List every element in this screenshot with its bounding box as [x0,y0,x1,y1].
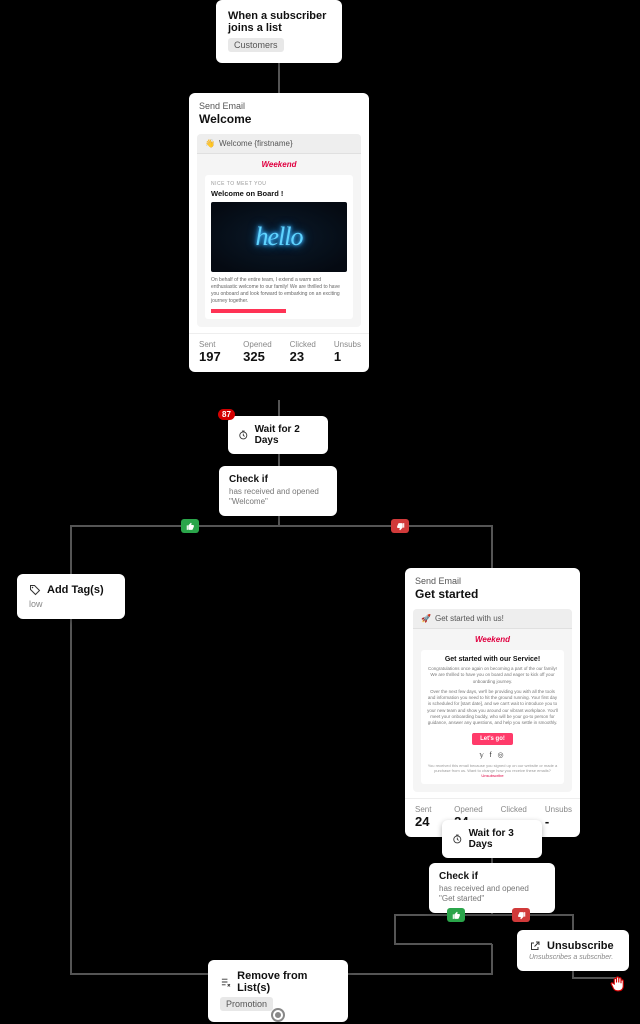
stat-opened-label: Opened [243,340,271,349]
flow-end-icon [271,1008,285,1022]
email-subject: Get started with us! [435,614,504,623]
stat-sent-value: 24 [415,814,436,829]
email-node-welcome[interactable]: Send Email Welcome 👋 Welcome {firstname}… [189,93,369,372]
add-tag-value: low [29,599,113,609]
hello-neon-text: hello [256,222,303,252]
stat-unsubs-label: Unsubs [334,340,361,349]
preview-eyebrow: NICE TO MEET YOU [211,181,347,187]
email-preview: 👋 Welcome {firstname} Weekend NICE TO ME… [197,134,361,327]
preview-heading: Welcome on Board ! [211,189,347,198]
preview-paragraph-1: Congratulations once again on becoming a… [427,666,558,685]
condition-node-1[interactable]: Check if has received and opened "Welcom… [219,466,337,516]
stat-sent-label: Sent [199,340,225,349]
email-subject: Welcome {firstname} [219,139,293,148]
automation-canvas[interactable]: When a subscriber joins a list Customers… [0,0,640,1024]
stop-hand-icon [609,975,627,993]
stat-opened-label: Opened [454,805,482,814]
condition-title: Check if [229,474,327,485]
accent-bar [211,309,286,313]
email-title: Welcome [199,112,359,126]
email-type-label: Send Email [199,101,359,111]
email-stats: Sent197 Opened325 Clicked23 Unsubs1 [189,333,369,372]
wait-node-1[interactable]: 87 Wait for 2 Days [228,416,328,454]
stat-unsubs-value: 1 [334,349,361,364]
stat-sent-label: Sent [415,805,436,814]
stat-clicked-label: Clicked [290,340,316,349]
preview-heading: Get started with our Service! [427,656,558,663]
rocket-icon: 🚀 [421,614,431,623]
brand-logo: Weekend [413,629,572,650]
add-tag-node[interactable]: Add Tag(s) low [17,574,125,619]
email-preview: 🚀 Get started with us! Weekend Get start… [413,609,572,792]
remove-title: Remove from List(s) [237,970,336,994]
branch-no-icon [512,908,530,922]
preview-paragraph-2: Over the next few days, we'll be providi… [427,689,558,727]
unsubscribe-node[interactable]: Unsubscribe Unsubscribes a subscriber. [517,930,629,971]
clock-icon [452,833,463,845]
wait-count-badge: 87 [218,409,235,420]
list-remove-icon [220,976,231,988]
branch-no-icon [391,519,409,533]
condition-title: Check if [439,871,545,882]
unsubscribe-title: Unsubscribe [547,940,614,952]
tag-icon [29,584,41,596]
stat-clicked-label: Clicked [501,805,527,814]
email-footer: You received this email because you sign… [427,763,558,778]
wave-icon: 👋 [205,139,215,148]
unsubscribe-desc: Unsubscribes a subscriber. [529,954,617,961]
branch-yes-icon [447,908,465,922]
condition-desc: has received and opened "Get started" [439,884,545,905]
wait-label: Wait for 2 Days [255,424,318,446]
external-link-icon [529,940,541,952]
wait-label: Wait for 3 Days [469,828,532,850]
social-icons: 𝕪 f ◎ [427,751,558,759]
cta-button: Let's go! [472,733,513,745]
stat-opened-value: 325 [243,349,271,364]
condition-desc: has received and opened "Welcome" [229,487,327,508]
stat-unsubs-label: Unsubs [545,805,572,814]
remove-list-pill: Promotion [220,997,273,1011]
preview-paragraph: On behalf of the entire team, I extend a… [211,277,347,305]
hero-image: hello [211,202,347,272]
stat-unsubs-value: - [545,814,572,829]
email-title: Get started [415,587,570,601]
branch-yes-icon [181,519,199,533]
email-node-get-started[interactable]: Send Email Get started 🚀 Get started wit… [405,568,580,837]
trigger-node[interactable]: When a subscriber joins a list Customers [216,0,342,63]
add-tag-title: Add Tag(s) [47,584,104,596]
trigger-list-pill: Customers [228,38,284,52]
condition-node-2[interactable]: Check if has received and opened "Get st… [429,863,555,913]
trigger-title: When a subscriber joins a list [228,10,330,34]
brand-logo: Weekend [197,154,361,175]
email-type-label: Send Email [415,576,570,586]
clock-icon [238,429,249,441]
stat-sent-value: 197 [199,349,225,364]
stat-clicked-value: 23 [290,349,316,364]
wait-node-2[interactable]: Wait for 3 Days [442,820,542,858]
